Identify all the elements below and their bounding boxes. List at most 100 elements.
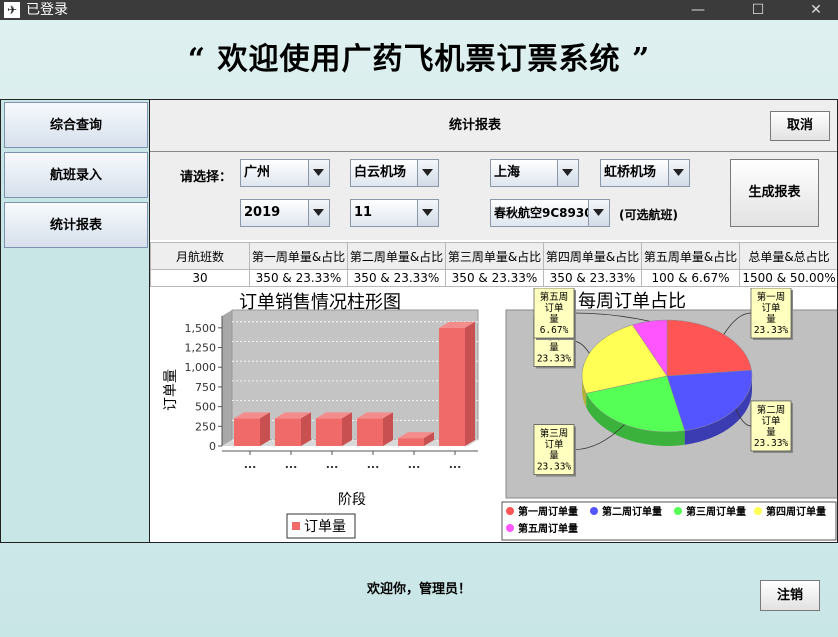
report-header: 统计报表 取消 [150,100,837,152]
legend-label: 第二周订单量 [602,505,662,518]
welcome-message: 欢迎你，管理员！ [366,582,471,597]
bar-chart-legend: 订单量 [286,513,356,539]
bar[interactable] [316,418,342,446]
pie-label-text: 量 [766,314,776,325]
pie-label-text: 第三周 [540,428,569,440]
table-header: 第一周单量&占比 [249,242,348,270]
month-select[interactable]: 11 [350,199,439,227]
pie-label-text: 第一周 [757,291,786,303]
table-cell[interactable]: 350 & 23.33% [543,269,642,287]
table-header: 第四周单量&占比 [543,242,642,270]
pie-label-text: 第二周 [757,404,786,416]
pie-label-text: 量 [549,314,559,325]
bar-chart-ylabel: 订单量 [163,369,179,411]
close-button[interactable]: ✕ [796,0,836,20]
pie-label-text: 量 [549,342,559,353]
pie-label-text: 6.67% [540,325,569,336]
cancel-button[interactable]: 取消 [770,111,830,141]
bar[interactable] [357,418,383,446]
legend-swatch [754,507,762,515]
year-value: 2019 [244,205,281,220]
x-tick-label: ... [367,458,380,471]
sidebar-item-flight-entry[interactable]: 航班录入 [4,152,148,198]
pie-label-text: 订单 [761,415,781,427]
legend-label: 第四周订单量 [766,505,826,518]
flight-hint-label: (可选航班) [619,208,678,222]
maximize-button[interactable]: ☐ [738,0,778,20]
bar[interactable] [398,438,424,446]
legend-swatch [506,507,514,515]
to-airport-value: 虹桥机场 [604,165,657,180]
sidebar-item-query[interactable]: 综合查询 [4,102,148,148]
chevron-down-icon [417,200,438,226]
y-tick-label: 250 [195,420,216,433]
table-header: 第三周单量&占比 [445,242,544,270]
bar[interactable] [234,418,260,446]
from-city-select[interactable]: 广州 [240,159,330,187]
pie-label-text: 量 [549,451,559,462]
y-tick-label: 0 [209,440,216,453]
pie-label-text: 23.33% [537,462,572,473]
airplane-icon: ✈ [4,2,20,18]
pie-label-text: 23.33% [754,325,789,336]
legend-swatch [674,507,682,515]
month-value: 11 [354,205,373,220]
pie-chart: 每周订单占比 第一周订单量23.33%第二周订单量23.33%第三周订单量23.… [501,287,837,541]
select-prompt-label: 请选择： [180,170,233,185]
pie-chart-title: 每周订单占比 [578,291,686,312]
table-header: 总单量&总占比 [739,242,837,270]
pie-label-text: 第五周 [540,291,569,303]
table-row[interactable]: 30 350 & 23.33% 350 & 23.33% 350 & 23.33… [150,269,837,287]
table-cell[interactable]: 350 & 23.33% [347,269,446,287]
table-cell[interactable]: 350 & 23.33% [445,269,544,287]
x-tick-label: ... [408,458,421,471]
x-tick-label: ... [244,458,257,471]
sidebar: 综合查询 航班录入 统计报表 [0,99,150,543]
chevron-down-icon [668,160,689,186]
legend-swatch [590,507,598,515]
table-cell[interactable]: 30 [150,269,250,287]
x-tick-label: ... [326,458,339,471]
bar-chart: 订单销售情况柱形图 订单量 阶段 02505007501,0001,2501,5… [163,292,479,539]
year-select[interactable]: 2019 [240,199,330,227]
table-header: 第二周单量&占比 [347,242,446,270]
from-airport-value: 白云机场 [354,165,407,180]
to-airport-select[interactable]: 虹桥机场 [600,159,690,187]
report-title: 统计报表 [448,118,501,133]
report-panel: 统计报表 取消 请选择： 广州 白云机场 上海 虹桥机场 2019 11 春秋航… [150,99,838,543]
minimize-button[interactable]: — [678,0,718,20]
y-tick-label: 500 [195,401,216,414]
y-tick-label: 1,000 [185,361,217,374]
from-airport-select[interactable]: 白云机场 [350,159,439,187]
bar-chart-panel: 订单销售情况柱形图 订单量 阶段 0 250 500 750 1,000 1,250 1,5… [150,288,496,542]
table-cell[interactable]: 1500 & 50.00% [739,269,837,287]
legend-label: 订单量 [304,519,346,535]
sidebar-item-report[interactable]: 统计报表 [4,202,148,248]
y-tick-label: 1,500 [185,322,217,335]
table-header: 月航班数 [150,242,250,270]
table-cell[interactable]: 350 & 23.33% [249,269,348,287]
filter-panel: 请选择： 广州 白云机场 上海 虹桥机场 2019 11 春秋航空9C8930 [150,152,837,240]
pie-label-text: 订单 [544,302,564,314]
pie-label-text: 23.33% [537,353,572,364]
pie-chart-panel: 每周订单占比 第一周 订单量 23.33% 第二周 订单量 23.33% 第三周 订单量 23.… [496,287,837,542]
from-city-value: 广州 [244,165,271,180]
stats-table: 月航班数 第一周单量&占比 第二周单量&占比 第三周单量&占比 第四周单量&占比… [150,242,837,287]
plot-side-wall [222,310,232,446]
x-tick-label: ... [285,458,298,471]
pie-label-text: 23.33% [754,438,789,449]
flight-select[interactable]: 春秋航空9C8930 [490,199,610,227]
pie-label-text: 量 [766,427,776,438]
legend-label: 第三周订单量 [686,505,746,518]
generate-report-button[interactable]: 生成报表 [730,159,819,227]
bar[interactable] [439,327,465,446]
to-city-select[interactable]: 上海 [490,159,579,187]
table-header-row: 月航班数 第一周单量&占比 第二周单量&占比 第三周单量&占比 第四周单量&占比… [150,242,837,270]
chevron-down-icon [308,200,329,226]
legend-label: 第一周订单量 [518,505,578,518]
chevron-down-icon [588,200,609,226]
logout-button[interactable]: 注销 [760,580,820,611]
flight-value: 春秋航空9C8930 [494,206,590,220]
table-cell[interactable]: 100 & 6.67% [641,269,740,287]
bar[interactable] [275,418,301,446]
